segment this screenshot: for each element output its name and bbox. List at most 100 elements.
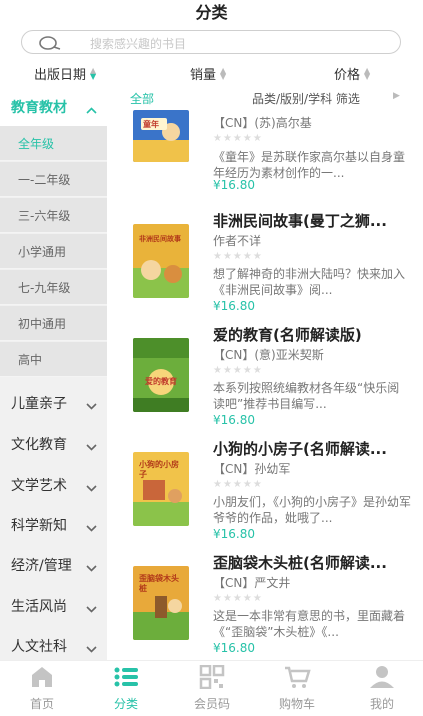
chevron-down-icon [86,480,97,496]
category-list-icon [112,667,140,692]
bottom-tab-bar: 首页 分类 会员码 购物车 我的 [0,660,423,716]
rating-stars: ★★★★★ [213,365,263,376]
tab-mine[interactable]: 我的 [340,665,423,712]
book-cover: 小狗的小房子 [133,452,189,526]
rating-stars: ★★★★★ [213,479,263,490]
tab-cart[interactable]: 购物车 [255,665,339,712]
search-icon [38,35,62,54]
book-description: 这是一本非常有意思的书，里面藏着《“歪脑袋”木头桩》《... [213,609,406,639]
tab-label: 首页 [29,697,54,711]
sidebar-category[interactable]: 科学新知 [0,506,107,544]
rating-stars: ★★★★★ [213,133,263,144]
chevron-down-icon [86,439,97,455]
book-cover: 歪脑袋木头桩 [133,566,189,640]
sidebar-item-label: 文化教育 [11,437,67,453]
sidebar-category[interactable]: 经济/管理 [0,546,107,584]
sort-bar: 出版日期 ▲ ▼ 销量 ▲ ▼ 价格 ▲ ▼ [0,60,423,84]
book-author: 作者不详 [213,234,262,248]
cover-text: 非洲民间故事 [139,235,181,243]
book-price: ¥16.80 [213,299,255,313]
chevron-down-icon [86,398,97,414]
chevron-down-icon [86,520,97,536]
sidebar-category[interactable]: 文学艺术 [0,466,107,504]
book-author: 【CN】(苏)高尔基 [213,116,312,130]
tab-label: 我的 [369,697,394,711]
sort-publish-date[interactable]: 出版日期 ▲ ▼ [34,64,96,83]
book-title: 小狗的小房子(名师解读... [213,440,387,458]
filter-button[interactable]: 品类/版别/学科 筛选 [252,90,360,107]
sidebar-subitem[interactable]: 一-二年级 [0,162,107,197]
book-list-item[interactable]: 非洲民间故事 非洲民间故事(曼丁之狮... 作者不详 ★★★★★ 想了解神奇的非… [107,210,423,320]
cover-text: 歪脑袋木头桩 [139,574,179,593]
sidebar-item-label: 儿童亲子 [11,396,67,412]
cover-text: 爱的教育 [145,377,177,386]
book-title: 歪脑袋木头桩(名师解读... [213,554,387,572]
sort-arrows-icon: ▲ ▼ [364,65,371,81]
sidebar-subitem[interactable]: 全年级 [0,126,107,161]
category-sidebar: 教育教材 全年级 一-二年级 三-六年级 小学通用 七-九年级 初中通用 高中 … [0,88,107,660]
search-bar[interactable]: 搜索感兴趣的书目 [21,30,401,54]
home-icon [28,667,56,692]
filter-bar: 全部 品类/版别/学科 筛选 ▶ [107,88,423,110]
book-author: 【CN】严文井 [213,576,291,590]
book-description: 小朋友们，《小狗的小房子》是孙幼军爷爷的作品，妣哦了... [213,495,411,525]
sidebar-item-label: 人文社科 [11,639,67,655]
book-description: 《童年》是苏联作家高尔基以自身童年经历为素材创作的一... [213,150,406,180]
sidebar-category[interactable]: 儿童亲子 [0,384,107,422]
sidebar-item-label: 生活风尚 [11,599,67,615]
rating-stars: ★★★★★ [213,593,263,604]
book-author: 【CN】(意)亚米契斯 [213,348,324,362]
book-price: ¥16.80 [213,641,255,655]
sort-sales[interactable]: 销量 ▲ ▼ [190,64,226,83]
filter-all-tab[interactable]: 全部 [130,90,154,107]
chevron-down-icon [86,641,97,657]
user-icon [368,666,396,692]
sidebar-subitem[interactable]: 三-六年级 [0,198,107,233]
chevron-down-icon [86,601,97,617]
tab-category[interactable]: 分类 [84,665,168,712]
book-author: 【CN】孙幼军 [213,462,291,476]
sidebar-subitem[interactable]: 初中通用 [0,306,107,341]
cover-text: 小狗的小房子 [139,460,179,479]
sort-label: 销量 [190,68,217,83]
sidebar-item-label: 经济/管理 [11,558,72,574]
rating-stars: ★★★★★ [213,251,263,262]
sidebar-subitem[interactable]: 七-九年级 [0,270,107,305]
sidebar-category[interactable]: 文化教育 [0,425,107,463]
tab-label: 购物车 [278,697,315,711]
book-title: 爱的教育(名师解读版) [213,326,362,344]
sidebar-item-label: 文学艺术 [11,478,67,494]
book-cover: 爱的教育 [133,338,189,412]
sidebar-category-education[interactable]: 教育教材 [0,88,107,126]
book-description: 本系列按照统编教材各年级“快乐阅读吧”推荐书目编写... [213,381,400,411]
sort-arrows-icon: ▲ ▼ [220,65,227,81]
sort-price[interactable]: 价格 ▲ ▼ [334,64,370,83]
sidebar-subitem[interactable]: 小学通用 [0,234,107,269]
sidebar-item-label: 科学新知 [11,518,67,534]
book-list-item[interactable]: 爱的教育 爱的教育(名师解读版) 【CN】(意)亚米契斯 ★★★★★ 本系列按照… [107,324,423,434]
book-price: ¥16.80 [213,413,255,427]
search-input[interactable]: 搜索感兴趣的书目 [90,35,186,52]
sidebar-item-label: 教育教材 [11,100,67,116]
book-price: ¥16.80 [213,178,255,192]
sort-label: 出版日期 [34,68,87,83]
book-description: 想了解神奇的非洲大陆吗？快来加入《非洲民间故事》阅... [213,267,406,297]
page-title: 分类 [195,3,228,22]
sort-label: 价格 [334,68,361,83]
tab-home[interactable]: 首页 [0,665,84,712]
sort-arrows-icon: ▲ ▼ [90,65,97,81]
book-list-item[interactable]: 小狗的小房子 小狗的小房子(名师解读... 【CN】孙幼军 ★★★★★ 小朋友们… [107,438,423,548]
book-cover: 童年 [133,110,189,162]
book-title: 非洲民间故事(曼丁之狮... [213,212,387,230]
book-list-item[interactable]: 歪脑袋木头桩 歪脑袋木头桩(名师解读... 【CN】严文井 ★★★★★ 这是一本… [107,552,423,662]
tab-member-code[interactable]: 会员码 [170,664,254,712]
sidebar-category[interactable]: 生活风尚 [0,587,107,625]
cover-text: 童年 [143,120,159,129]
qrcode-icon [198,664,226,692]
tab-label: 分类 [113,697,138,711]
book-list-item[interactable]: 童年 【CN】(苏)高尔基 ★★★★★ 《童年》是苏联作家高尔基以自身童年经历为… [107,110,423,222]
book-price: ¥16.80 [213,527,255,541]
cart-icon [283,666,311,692]
sidebar-subitem[interactable]: 高中 [0,342,107,377]
chevron-down-icon [86,560,97,576]
